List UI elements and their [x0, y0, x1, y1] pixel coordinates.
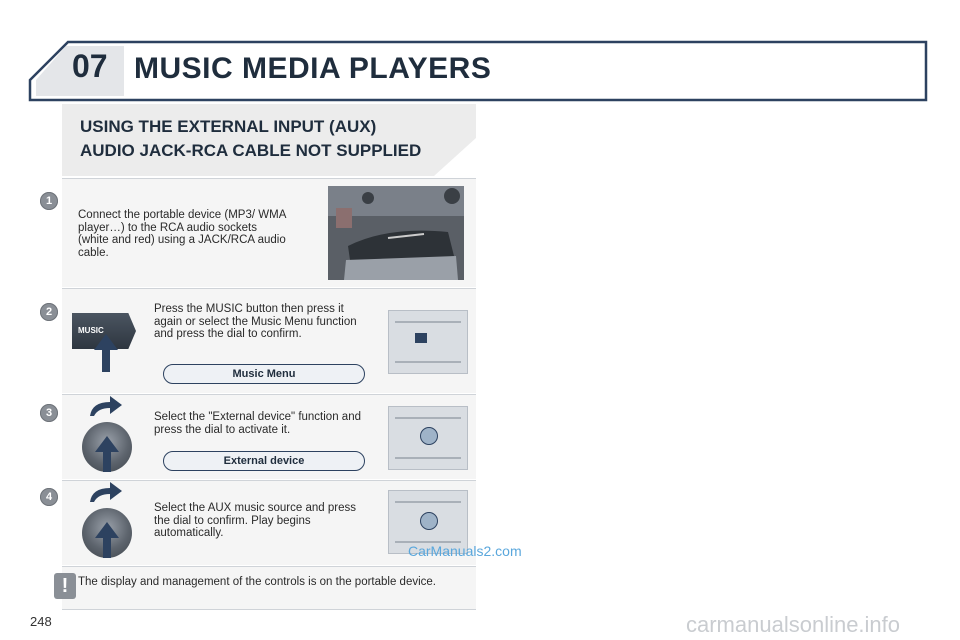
section-subheading: AUDIO JACK-RCA CABLE NOT SUPPLIED [80, 141, 422, 160]
heading-box [62, 104, 476, 176]
rotate-arrow-icon [90, 396, 122, 416]
note-text: The display and management of the contro… [78, 576, 436, 588]
step-2-text: Press the MUSIC button then press it aga… [154, 303, 357, 340]
step-1-badge: 1 [40, 192, 58, 210]
step-3-text: Select the "External device" function an… [154, 411, 361, 436]
rotate-arrow-icon [90, 482, 122, 502]
step-3-badge: 3 [40, 404, 58, 422]
footer-watermark: carmanualsonline.info [686, 612, 901, 637]
step-4-text: Select the AUX music source and press th… [154, 502, 356, 539]
section-heading: USING THE EXTERNAL INPUT (AUX) [80, 117, 377, 136]
press-arrow-icon [95, 436, 119, 472]
step-1-text: Connect the portable device (MP3/ WMA pl… [78, 209, 286, 259]
warning-icon: ! [54, 573, 76, 599]
glovebox-photo [328, 186, 464, 280]
external-device-label: External device [163, 451, 365, 471]
watermark: CarManuals2.com [408, 543, 522, 559]
page-number: 248 [30, 614, 52, 629]
press-arrow-icon [94, 334, 118, 372]
page-title: MUSIC MEDIA PLAYERS [134, 52, 492, 85]
step-4-badge: 4 [40, 488, 58, 506]
radio-panel-2 [388, 310, 468, 374]
press-arrow-icon [95, 522, 119, 558]
music-menu-label: Music Menu [163, 364, 365, 384]
step-2-badge: 2 [40, 303, 58, 321]
radio-panel-3 [388, 406, 468, 470]
chapter-number: 07 [72, 48, 108, 84]
